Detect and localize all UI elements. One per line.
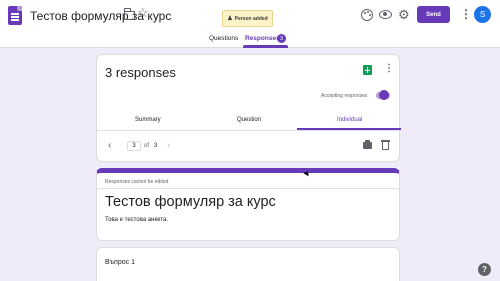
active-tab-indicator [243,45,288,48]
question-card: Въпрос 1 [96,247,400,281]
subtab-summary[interactable]: Summary [135,117,161,123]
forms-logo-icon[interactable] [8,6,22,25]
toggle-knob[interactable] [379,90,389,100]
cannot-edit-notice: Responses cannot be edited [105,179,169,185]
chevron-left-icon[interactable]: ‹ [108,141,111,151]
top-bar: Тестов формуляр за курс ☆ ♟ Person added… [0,0,500,48]
chevron-right-icon[interactable]: › [167,141,170,151]
responses-count-badge: 3 [277,34,286,43]
card-more-icon[interactable]: ⋮ [384,63,394,74]
help-icon[interactable]: ? [478,263,491,276]
person-icon: ♟ [227,16,233,22]
subtab-question[interactable]: Question [237,117,261,123]
more-vert-icon[interactable]: ⋮ [460,8,472,20]
sheets-icon[interactable] [363,65,372,75]
star-icon[interactable]: ☆ [137,6,149,19]
form-title: Тестов формуляр за курс [105,194,276,210]
send-button[interactable]: Send [417,6,450,23]
page-number-input[interactable]: 3 [127,141,141,151]
form-description: Това е тестова анкета. [105,217,168,223]
subtab-individual[interactable]: Individual [337,117,362,123]
avatar[interactable]: S [474,6,491,23]
accepting-responses-label: Accepting responses [321,93,368,99]
total-pages: 3 [154,143,158,149]
of-label: of [144,143,150,149]
responses-count-heading: 3 responses [105,65,176,80]
palette-icon[interactable] [361,9,373,21]
document-title[interactable]: Тестов формуляр за курс [30,9,171,23]
gear-icon[interactable]: ⚙ [398,8,410,21]
person-added-toast: ♟ Person added [222,10,273,27]
divider [97,130,399,131]
form-header-card: Responses cannot be edited Тестов формул… [96,168,400,241]
toast-text: Person added [234,15,268,22]
responses-summary-card: 3 responses ⋮ Accepting responses Summar… [96,54,401,162]
question-title: Въпрос 1 [105,259,135,266]
folder-icon[interactable] [123,8,135,20]
preview-eye-icon[interactable] [379,10,392,19]
tab-questions[interactable]: Questions [209,35,238,42]
print-icon[interactable] [363,140,372,149]
trash-icon[interactable] [380,140,390,150]
tab-responses[interactable]: Responses [245,35,280,42]
divider [97,188,399,189]
